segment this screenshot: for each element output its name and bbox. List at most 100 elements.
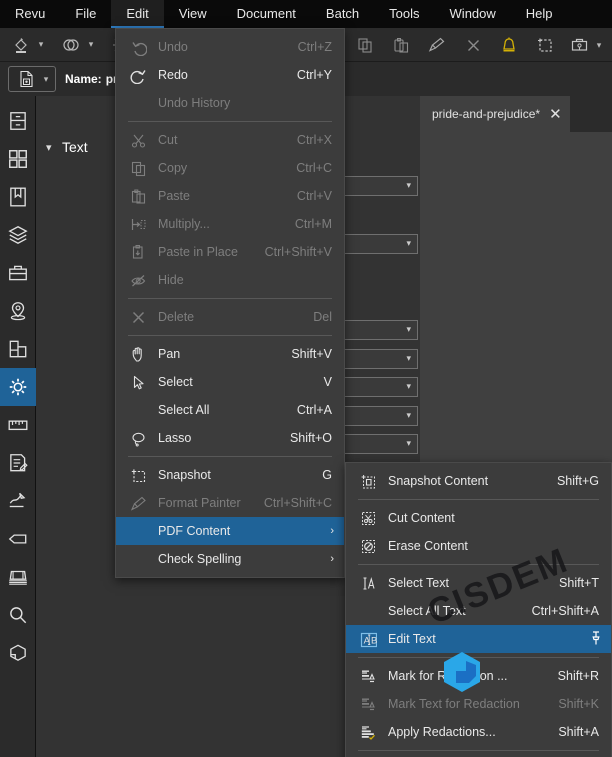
- menubar-item-file[interactable]: File: [60, 0, 111, 28]
- rail-item-file-cabinet[interactable]: [0, 102, 36, 140]
- menu-item-select-all[interactable]: Select All Ctrl+A: [116, 396, 344, 424]
- document-tab[interactable]: pride-and-prejudice* ✕: [420, 96, 570, 132]
- menu-item-mark-text-for-redaction[interactable]: Mark Text for Redaction Shift+K: [346, 690, 611, 718]
- menu-item-label: Paste: [158, 189, 190, 203]
- toolbar-right-icons: ▾: [352, 28, 606, 62]
- opacity-icon[interactable]: [58, 32, 84, 58]
- copy-icon[interactable]: [352, 32, 378, 58]
- menu-item-cut[interactable]: Cut Ctrl+X: [116, 126, 344, 154]
- menu-item-hide[interactable]: Hide: [116, 266, 344, 294]
- rail-item-search[interactable]: [0, 596, 36, 634]
- document-name-box[interactable]: ▾: [8, 66, 56, 92]
- menu-item-mark-for-redaction[interactable]: Mark for Redaction ... Shift+R: [346, 662, 611, 690]
- toolchest-icon: [7, 262, 29, 284]
- menu-item-snapshot-content[interactable]: Snapshot Content Shift+G: [346, 467, 611, 495]
- toolbox-icon[interactable]: [566, 32, 592, 58]
- rail-item-measurements-ruler[interactable]: [0, 406, 36, 444]
- menu-item-label: Check Spelling: [158, 552, 242, 566]
- submenu-arrow-icon: ›: [330, 553, 334, 565]
- bell-icon[interactable]: [496, 32, 522, 58]
- menu-item-label: Cut: [158, 133, 178, 147]
- format-painter-icon[interactable]: [424, 32, 450, 58]
- menubar-item-document[interactable]: Document: [222, 0, 311, 28]
- pushpin-icon[interactable]: [586, 630, 603, 647]
- menubar-item-edit[interactable]: Edit: [111, 0, 164, 28]
- menubar-item-window[interactable]: Window: [435, 0, 511, 28]
- menu-item-cut-content[interactable]: Cut Content: [346, 504, 611, 532]
- lasso-icon: [124, 424, 152, 452]
- rail-item-spaces[interactable]: [0, 330, 36, 368]
- menu-item-undo-history[interactable]: Undo History: [116, 89, 344, 117]
- rail-item-properties-gear[interactable]: [0, 368, 36, 406]
- menu-item-label: Cut Content: [388, 511, 455, 525]
- chevron-down-icon[interactable]: ▾: [592, 32, 606, 58]
- rail-item-studio[interactable]: [0, 558, 36, 596]
- chevron-down-icon: ▾: [406, 180, 411, 190]
- menu-separator: [358, 499, 599, 500]
- menu-item-delete[interactable]: Delete Del: [116, 303, 344, 331]
- menubar-item-batch[interactable]: Batch: [311, 0, 374, 28]
- chevron-down-icon[interactable]: ▾: [39, 66, 53, 92]
- delete-icon[interactable]: [460, 32, 486, 58]
- menu-item-paste-in-place[interactable]: Paste in Place Ctrl+Shift+V: [116, 238, 344, 266]
- menu-item-select-text[interactable]: Select Text Shift+T: [346, 569, 611, 597]
- rail-item-signature[interactable]: [0, 482, 36, 520]
- rail-item-layers[interactable]: [0, 216, 36, 254]
- menu-item-check-spelling[interactable]: Check Spelling ›: [116, 545, 344, 573]
- menu-item-label: Undo History: [158, 96, 231, 110]
- menu-item-label: Lasso: [158, 431, 192, 445]
- menu-item-apply-redactions[interactable]: Apply Redactions... Shift+A: [346, 718, 611, 746]
- menu-item-shortcut: Shift+A: [558, 725, 599, 739]
- snapshot-icon[interactable]: [532, 32, 558, 58]
- bookmarks-icon: [7, 186, 29, 208]
- menu-item-shortcut: Ctrl+Shift+V: [264, 245, 332, 259]
- fill-colour-icon[interactable]: [8, 32, 34, 58]
- paste-icon[interactable]: [388, 32, 414, 58]
- menu-item-paste[interactable]: Paste Ctrl+V: [116, 182, 344, 210]
- menu-item-select[interactable]: Select V: [116, 368, 344, 396]
- file-cabinet-icon: [7, 110, 29, 132]
- menu-item-multiply[interactable]: Multiply... Ctrl+M: [116, 210, 344, 238]
- menu-item-label: Pan: [158, 347, 181, 361]
- location-pin-icon: [7, 300, 29, 322]
- menu-item-copy[interactable]: Copy Ctrl+C: [116, 154, 344, 182]
- close-icon[interactable]: ✕: [549, 107, 562, 122]
- no-icon: [124, 396, 152, 424]
- menu-item-pan[interactable]: Pan Shift+V: [116, 340, 344, 368]
- menu-item-select-all-text[interactable]: Select All Text Ctrl+Shift+A: [346, 597, 611, 625]
- section-title: Text: [62, 139, 88, 155]
- rail-item-tags[interactable]: [0, 520, 36, 558]
- menu-item-label: Select All: [158, 403, 210, 417]
- thumbnails-icon: [7, 148, 29, 170]
- search-icon: [7, 604, 29, 626]
- signature-icon: [7, 490, 29, 512]
- menu-item-shortcut: Shift+G: [556, 474, 599, 488]
- menu-item-undo[interactable]: Undo Ctrl+Z: [116, 33, 344, 61]
- chevron-down-icon[interactable]: ▾: [84, 32, 98, 58]
- chevron-down-icon[interactable]: ▾: [34, 32, 48, 58]
- rail-item-bookmarks[interactable]: [0, 178, 36, 216]
- menu-item-pdf-content[interactable]: PDF Content ›: [116, 517, 344, 545]
- menu-item-shortcut: Ctrl+Shift+A: [531, 604, 599, 618]
- menu-item-label: Mark for Redaction ...: [388, 669, 508, 683]
- rail-item-markups-list[interactable]: [0, 444, 36, 482]
- menu-item-redo[interactable]: Redo Ctrl+Y: [116, 61, 344, 89]
- menu-item-label: Apply Redactions...: [388, 725, 496, 739]
- menubar-item-help[interactable]: Help: [511, 0, 568, 28]
- menu-item-lasso[interactable]: Lasso Shift+O: [116, 424, 344, 452]
- menu-item-erase-content[interactable]: Erase Content: [346, 532, 611, 560]
- menubar-item-tools[interactable]: Tools: [374, 0, 434, 28]
- rail-item-thumbnails[interactable]: [0, 140, 36, 178]
- menubar-item-view[interactable]: View: [164, 0, 222, 28]
- menu-item-edit-text[interactable]: A B Edit Text: [346, 625, 611, 653]
- rail-item-toolchest[interactable]: [0, 254, 36, 292]
- menubar-item-revu[interactable]: Revu: [0, 0, 60, 28]
- properties-gear-icon: [7, 376, 29, 398]
- rail-item-3d-model[interactable]: [0, 634, 36, 672]
- menu-item-snapshot[interactable]: Snapshot G: [116, 461, 344, 489]
- menu-item-shortcut: Shift+T: [559, 576, 599, 590]
- rail-item-location-pin[interactable]: [0, 292, 36, 330]
- tags-icon: [7, 528, 29, 550]
- menu-separator: [358, 750, 599, 751]
- menu-item-format-painter[interactable]: Format Painter Ctrl+Shift+C: [116, 489, 344, 517]
